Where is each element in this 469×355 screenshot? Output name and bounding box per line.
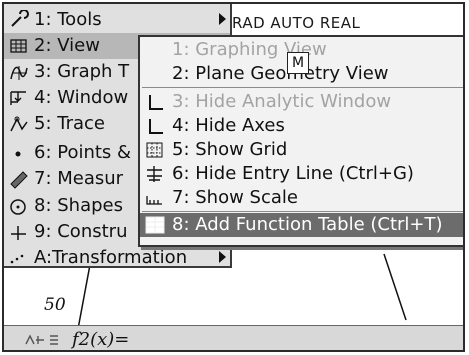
view-submenu-item-label: 3: Hide Analytic Window bbox=[172, 91, 392, 112]
entry-line-input[interactable]: f2(x)= bbox=[72, 329, 129, 350]
view-submenu-item-label: 6: Hide Entry Line (Ctrl+G) bbox=[172, 163, 414, 184]
status-bar: RAD AUTO REAL bbox=[232, 14, 361, 32]
main-menu-item-label: 5: Trace bbox=[34, 113, 105, 134]
y-axis-tick-label: 50 bbox=[44, 295, 66, 315]
menu-separator bbox=[142, 211, 463, 212]
main-menu-item[interactable]: 1: Tools bbox=[4, 7, 230, 33]
view-submenu-item-label: 8: Add Function Table (Ctrl+T) bbox=[172, 214, 443, 235]
main-menu-item-label: 3: Graph T bbox=[34, 61, 130, 82]
function-curve-right bbox=[383, 253, 407, 321]
grid-icon bbox=[146, 142, 163, 158]
axes-icon bbox=[149, 119, 163, 134]
menu-separator bbox=[142, 87, 463, 88]
scale-icon bbox=[146, 196, 162, 205]
view-submenu-item-label: 7: Show Scale bbox=[172, 187, 298, 208]
view-submenu-item-label: 4: Hide Axes bbox=[172, 115, 285, 136]
window-zoom-icon bbox=[10, 91, 26, 105]
main-menu-item-label: 6: Points & bbox=[34, 142, 132, 163]
grid-view-icon bbox=[10, 39, 27, 53]
graph-type-icon bbox=[10, 66, 28, 80]
shapes-icon bbox=[10, 199, 26, 215]
entry-icon bbox=[25, 334, 58, 345]
main-menu-item-label: 1: Tools bbox=[34, 9, 102, 30]
view-submenu-item[interactable]: 7: Show Scale bbox=[140, 186, 463, 210]
main-menu-item-label: 2: View bbox=[34, 35, 100, 56]
main-menu-item-label: 8: Shapes bbox=[34, 195, 123, 216]
axes-icon bbox=[149, 95, 163, 110]
main-menu-item-label: 7: Measur bbox=[34, 168, 124, 189]
function-table-icon bbox=[145, 216, 165, 234]
view-submenu-item[interactable]: 8: Add Function Table (Ctrl+T) bbox=[140, 213, 463, 237]
ruler-icon bbox=[10, 171, 28, 189]
view-submenu-item[interactable]: 6: Hide Entry Line (Ctrl+G) bbox=[140, 162, 463, 186]
main-menu-item[interactable]: A:Transformation bbox=[4, 245, 230, 271]
cursor-mode-badge: M bbox=[287, 52, 309, 74]
main-menu-item-label: 4: Window bbox=[34, 87, 129, 108]
main-menu-item-label: 9: Constru bbox=[34, 221, 128, 242]
trace-icon bbox=[10, 116, 28, 132]
submenu-arrow-icon bbox=[219, 251, 226, 263]
construction-icon bbox=[11, 226, 26, 240]
main-menu-item-label: A:Transformation bbox=[34, 247, 188, 268]
submenu-arrow-icon bbox=[219, 13, 226, 25]
view-submenu-item[interactable]: 5: Show Grid bbox=[140, 138, 463, 162]
point-icon bbox=[15, 151, 21, 157]
handheld-screen: 50 RAD AUTO REAL 1: Tools 2: View 3: Graph… bbox=[0, 0, 469, 355]
view-submenu-item: 3: Hide Analytic Window bbox=[140, 90, 463, 114]
entry-line[interactable]: f2(x)= bbox=[4, 325, 463, 350]
wrench-icon bbox=[11, 10, 29, 27]
view-submenu-item-label: 5: Show Grid bbox=[172, 139, 288, 160]
graphs-app-frame: 50 RAD AUTO REAL 1: Tools 2: View 3: Graph… bbox=[2, 2, 465, 352]
entry-line-icon bbox=[147, 166, 162, 182]
transformation-icon bbox=[10, 254, 24, 264]
view-submenu-item[interactable]: 4: Hide Axes bbox=[140, 114, 463, 138]
view-submenu-item-label: 2: Plane Geometry View bbox=[172, 63, 389, 84]
